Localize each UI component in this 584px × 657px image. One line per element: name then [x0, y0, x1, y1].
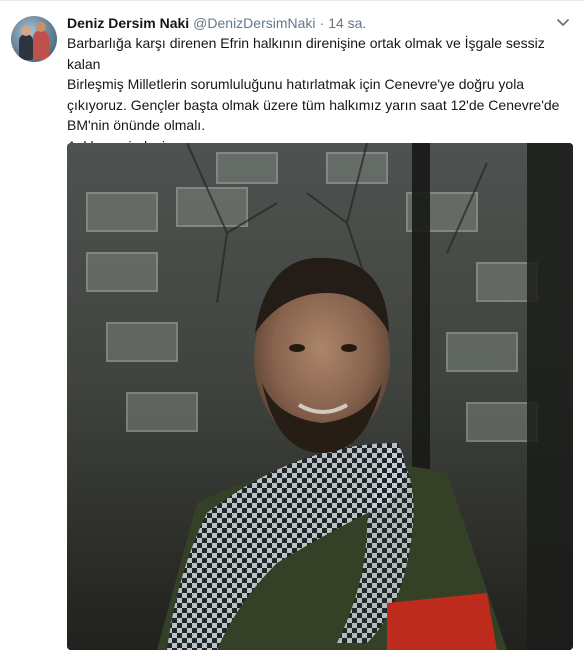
photo-illustration [67, 143, 573, 650]
separator-dot: · [319, 15, 325, 31]
author-name[interactable]: Deniz Dersim Naki [67, 15, 189, 31]
tweet-timestamp[interactable]: 14 sa. [328, 15, 366, 31]
avatar[interactable] [11, 16, 57, 62]
avatar-head-right [36, 22, 46, 32]
avatar-figure-left [19, 34, 33, 60]
tweet-text-line: Barbarlığa karşı direnen Efrin halkının … [67, 35, 545, 72]
tweet-text: Barbarlığa karşı direnen Efrin halkının … [67, 33, 572, 157]
avatar-figure-right [33, 30, 49, 60]
tweet-text-line: Birleşmiş Milletlerin sorumluluğunu hatı… [67, 76, 525, 93]
tweet[interactable]: Deniz Dersim Naki @DenizDersimNaki · 14 … [0, 0, 584, 657]
tweet-text-line: BM'nin önünde olmalı. [67, 117, 206, 134]
tweet-photo[interactable] [67, 143, 573, 650]
chevron-down-icon[interactable] [556, 16, 570, 28]
tweet-text-line: çıkıyoruz. Gençler başta olmak üzere tüm… [67, 96, 560, 113]
author-handle[interactable]: @DenizDersimNaki [193, 15, 315, 31]
avatar-head-left [21, 26, 31, 36]
tweet-header: Deniz Dersim Naki @DenizDersimNaki · 14 … [67, 13, 572, 33]
